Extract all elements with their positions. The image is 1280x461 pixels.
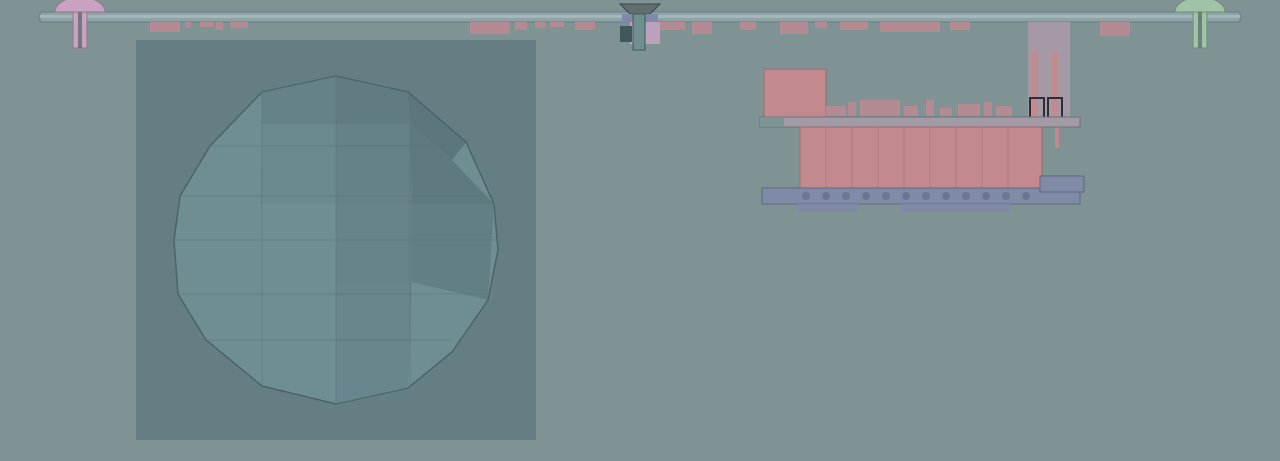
cad-viewport bbox=[0, 0, 1280, 461]
speaker-housing bbox=[136, 40, 536, 440]
